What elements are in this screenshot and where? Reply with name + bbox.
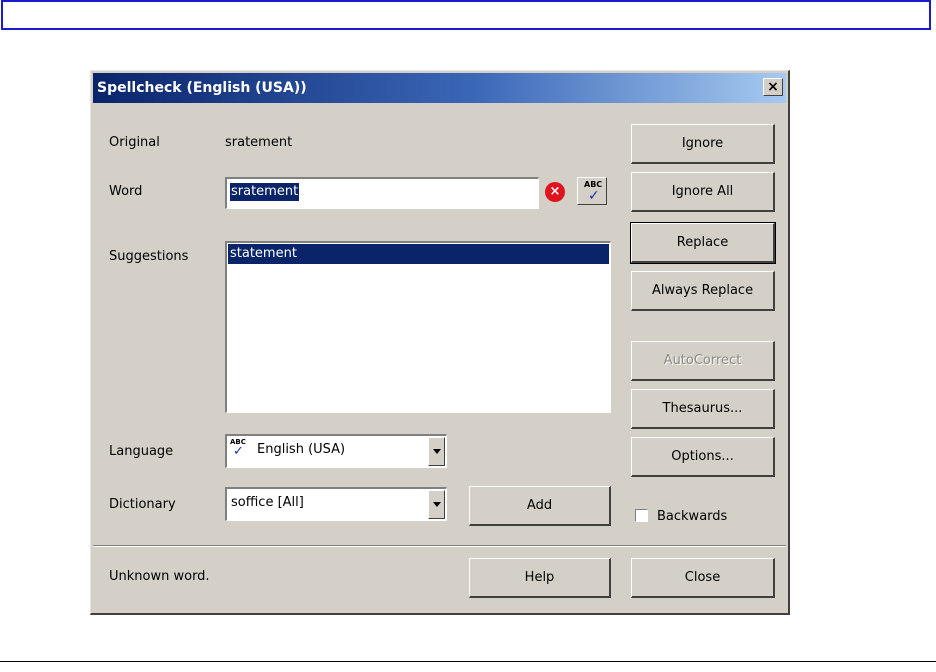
close-button[interactable]: Close [631, 558, 775, 598]
dictionary-label: Dictionary [109, 497, 176, 512]
bottom-rule [0, 661, 936, 662]
check-word-button[interactable]: ABC ✓ [577, 177, 607, 205]
ignore-button[interactable]: Ignore [631, 124, 775, 164]
close-window-button[interactable]: × [763, 78, 783, 96]
suggestions-list[interactable]: statement [225, 241, 611, 413]
word-input-value: sratement [230, 183, 300, 201]
language-label: Language [109, 444, 174, 459]
backwards-label[interactable]: Backwards [657, 509, 727, 524]
language-check-icon: ✓ [233, 444, 244, 459]
top-strip [1, 0, 931, 30]
help-button[interactable]: Help [469, 558, 611, 598]
word-input[interactable]: sratement [225, 177, 539, 209]
autocorrect-button[interactable]: AutoCorrect [631, 341, 775, 381]
original-label: Original [109, 135, 160, 150]
dictionary-dropdown-button[interactable] [428, 490, 445, 519]
word-label: Word [109, 184, 143, 199]
dictionary-select[interactable]: soffice [All] [225, 487, 447, 521]
dictionary-value: soffice [All] [231, 495, 304, 510]
check-icon: ✓ [588, 188, 600, 204]
original-value: sratement [225, 135, 293, 150]
status-text: Unknown word. [109, 569, 210, 584]
list-item[interactable]: statement [228, 244, 609, 264]
suggestions-label: Suggestions [109, 249, 189, 264]
replace-button[interactable]: Replace [630, 222, 776, 264]
ignore-all-button[interactable]: Ignore All [631, 172, 775, 212]
always-replace-button[interactable]: Always Replace [631, 271, 775, 311]
thesaurus-button[interactable]: Thesaurus... [631, 389, 775, 429]
error-icon: × [545, 182, 565, 202]
backwards-checkbox[interactable] [635, 509, 648, 522]
language-select[interactable]: ABC ✓ English (USA) [225, 434, 447, 468]
add-button[interactable]: Add [469, 486, 611, 526]
titlebar: Spellcheck (English (USA)) × [93, 73, 786, 103]
separator [93, 545, 786, 547]
spellcheck-dialog: Spellcheck (English (USA)) × Original sr… [90, 70, 790, 615]
language-value: English (USA) [257, 442, 346, 457]
dialog-title: Spellcheck (English (USA)) [97, 80, 307, 96]
language-dropdown-button[interactable] [428, 437, 445, 466]
options-button[interactable]: Options... [631, 437, 775, 477]
